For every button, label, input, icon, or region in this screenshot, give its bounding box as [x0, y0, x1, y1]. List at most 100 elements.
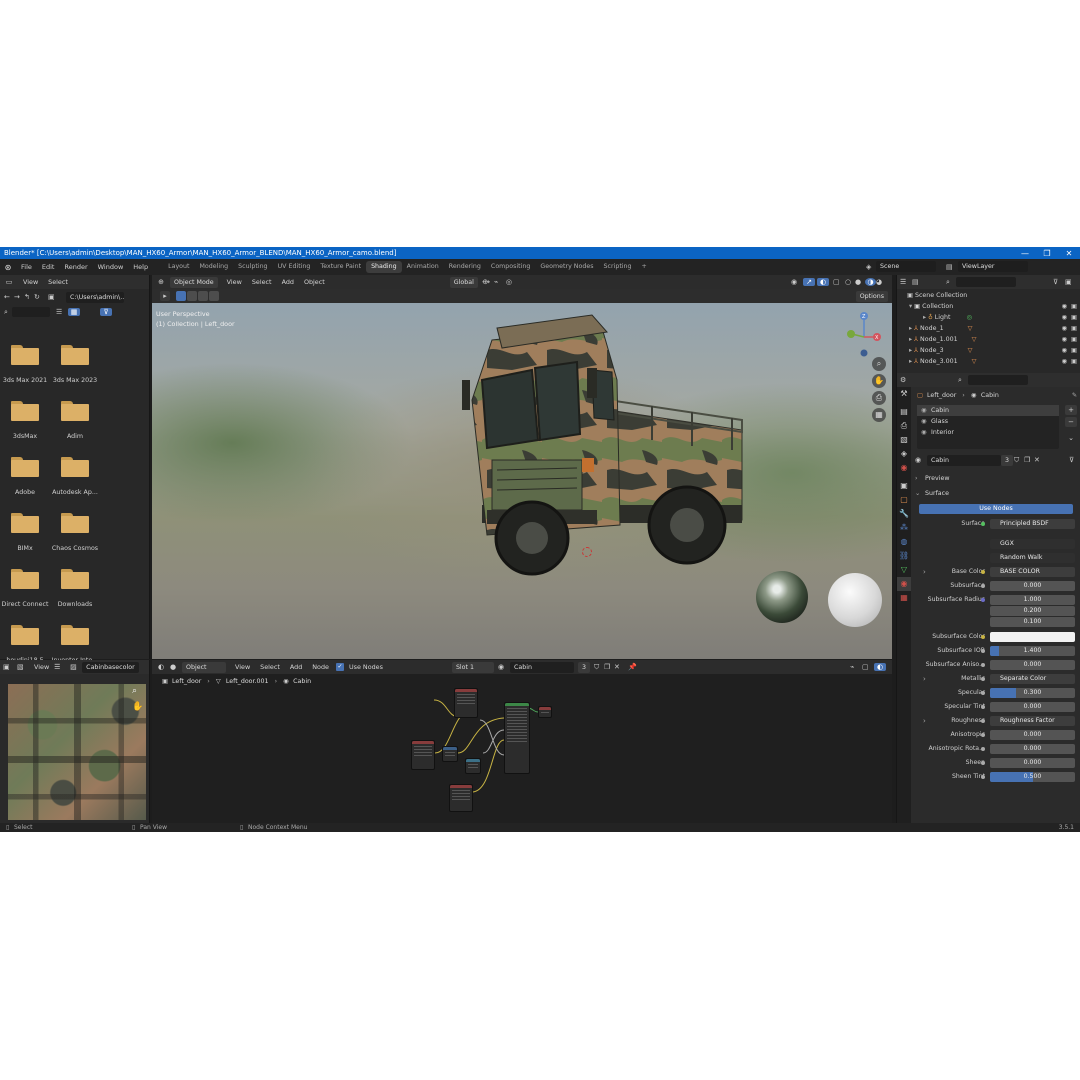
tab-sculpting[interactable]: Sculpting — [233, 261, 272, 273]
pin-icon[interactable]: ✎ — [1072, 392, 1077, 399]
visibility-eye-icon[interactable]: ◉ — [1062, 312, 1068, 323]
menu-file[interactable]: File — [16, 263, 37, 271]
fake-user-icon[interactable]: ⛉ — [1014, 456, 1024, 465]
outliner-row-scene-collection[interactable]: ▣ Scene Collection — [897, 290, 1080, 301]
scene-selector[interactable]: Scene — [876, 261, 936, 272]
tab-rendering[interactable]: Rendering — [444, 261, 486, 273]
toolbar-toggle-icon[interactable]: ▸ — [160, 291, 170, 301]
subsurface-color-swatch[interactable] — [990, 632, 1075, 642]
material-slot-item[interactable]: ◉ Interior — [917, 427, 1059, 438]
tab-animation[interactable]: Animation — [402, 261, 444, 273]
proportional-edit-icon[interactable]: ◎ — [506, 278, 518, 286]
material-name-field[interactable]: Cabin — [927, 454, 1001, 466]
wireframe-shading-icon[interactable]: ○ — [845, 278, 855, 286]
duplicate-material-icon[interactable]: ❐ — [1024, 456, 1034, 464]
surface-shader-field[interactable]: Principled BSDF — [990, 519, 1075, 529]
tab-layout[interactable]: Layout — [163, 261, 194, 273]
material-slot-item[interactable]: ◉ Glass — [917, 416, 1059, 427]
metallic-link-field[interactable]: Separate Color — [990, 674, 1075, 684]
surface-panel-header[interactable]: ⌄ Surface — [915, 487, 1079, 499]
visibility-icon[interactable]: ◉ — [791, 278, 803, 286]
editor-type-icon[interactable]: ⊕ — [152, 278, 170, 286]
sheen-field[interactable]: 0.000 — [990, 758, 1075, 768]
back-arrow-icon[interactable]: ← — [4, 293, 14, 301]
select-subtract-icon[interactable] — [198, 291, 208, 301]
maximize-button[interactable]: ❐ — [1036, 249, 1058, 258]
overlay-toggle-icon[interactable]: ◐ — [817, 278, 829, 286]
material-tab-icon[interactable]: ◉ — [897, 577, 911, 591]
tab-shading[interactable]: Shading — [366, 261, 402, 273]
3d-viewport[interactable]: ⊕ Object Mode View Select Add Object Glo… — [152, 275, 892, 659]
unlink-material-icon[interactable]: ✕ — [1034, 456, 1044, 464]
specular-field[interactable]: 0.300 — [990, 688, 1075, 698]
folder-item[interactable]: houdini18.5 — [0, 625, 50, 664]
fb-search-input[interactable] — [12, 307, 50, 317]
fb-menu-view[interactable]: View — [18, 278, 43, 286]
folder-item[interactable]: Inventor Inte... — [50, 625, 100, 664]
tab-uv-editing[interactable]: UV Editing — [273, 261, 316, 273]
render-camera-icon[interactable]: ▣ — [1071, 334, 1077, 345]
vp-menu-view[interactable]: View — [222, 278, 247, 286]
viewlayer-selector[interactable]: ViewLayer — [958, 261, 1028, 272]
subsurface-radius-z[interactable]: 0.100 — [990, 617, 1075, 627]
folder-item[interactable]: Direct Connect — [0, 569, 50, 608]
render-camera-icon[interactable]: ▣ — [1071, 345, 1077, 356]
use-nodes-button[interactable]: Use Nodes — [919, 504, 1073, 514]
material-slot-item[interactable]: ◉ Cabin — [917, 405, 1059, 416]
distribution-dropdown[interactable]: GGX — [990, 539, 1075, 549]
subsurface-method-dropdown[interactable]: Random Walk — [990, 553, 1075, 563]
subsurface-radius-x[interactable]: 1.000 — [990, 595, 1075, 605]
principled-bsdf-node[interactable] — [504, 702, 530, 774]
shader-node-editor[interactable]: ◐ ● Object View Select Add Node ✓ Use No… — [152, 660, 892, 823]
filter-icon[interactable]: ⊽ — [100, 308, 112, 316]
math-node[interactable] — [465, 758, 481, 774]
subsurface-ior-field[interactable]: 1.400 — [990, 646, 1075, 656]
select-extend-icon[interactable] — [187, 291, 197, 301]
scene-tab-icon[interactable]: ◈ — [897, 447, 911, 461]
folder-item[interactable]: Adobe — [0, 457, 50, 496]
material-preview-icon[interactable]: ◑ — [865, 278, 876, 286]
outliner-row-node[interactable]: ▸ ⅄ Node_1 ▽ ◉ ▣ — [897, 323, 1080, 334]
close-button[interactable]: ✕ — [1058, 249, 1080, 258]
render-tab-icon[interactable]: ▤ — [897, 405, 911, 419]
subsurface-aniso-field[interactable]: 0.000 — [990, 660, 1075, 670]
add-slot-button[interactable]: + — [1065, 405, 1077, 415]
path-field[interactable]: C:\Users\admin\... — [66, 291, 124, 303]
tab-geometry-nodes[interactable]: Geometry Nodes — [535, 261, 598, 273]
select-invert-icon[interactable] — [209, 291, 219, 301]
mode-selector[interactable]: Object Mode — [170, 276, 218, 288]
editor-type-icon[interactable]: ☰ — [900, 278, 912, 286]
gizmo-y-axis[interactable] — [847, 330, 855, 338]
physics-tab-icon[interactable]: ◍ — [897, 535, 911, 549]
tool-tab-icon[interactable]: ⚒ — [897, 387, 911, 401]
menu-edit[interactable]: Edit — [37, 263, 60, 271]
grid-icon[interactable]: ▦ — [872, 408, 886, 422]
outliner-row-node[interactable]: ▸ ⅄ Node_1.001 ▽ ◉ ▣ — [897, 334, 1080, 345]
output-tab-icon[interactable]: ⎙ — [897, 419, 911, 433]
vp-menu-add[interactable]: Add — [277, 278, 299, 286]
pivot-icon[interactable]: ⟴ — [482, 278, 494, 286]
subsurface-field[interactable]: 0.000 — [990, 581, 1075, 591]
folder-item[interactable]: BIMx — [0, 513, 50, 552]
folder-item[interactable]: 3ds Max 2021 — [0, 345, 50, 384]
tab-compositing[interactable]: Compositing — [486, 261, 535, 273]
particles-tab-icon[interactable]: ⁂ — [897, 521, 911, 535]
hand-pan-icon[interactable]: ✋ — [132, 702, 143, 712]
minimize-button[interactable]: — — [1014, 249, 1036, 258]
visibility-eye-icon[interactable]: ◉ — [1062, 345, 1068, 356]
outliner-row-light[interactable]: ▸ ♁ Light ◎ ◉ ▣ — [897, 312, 1080, 323]
folder-item[interactable]: Adim — [50, 401, 100, 440]
collection-tab-icon[interactable]: ▣ — [897, 479, 911, 493]
anisotropic-rotation-field[interactable]: 0.000 — [990, 744, 1075, 754]
fb-menu-select[interactable]: Select — [43, 278, 73, 286]
menu-help[interactable]: Help — [128, 263, 153, 271]
add-workspace-button[interactable]: + — [637, 261, 652, 273]
tab-scripting[interactable]: Scripting — [599, 261, 637, 273]
outliner-row-node[interactable]: ▸ ⅄ Node_3 ▽ ◉ ▣ — [897, 345, 1080, 356]
blender-logo-icon[interactable]: ⊛ — [0, 263, 16, 272]
image-texture-node[interactable] — [449, 784, 473, 812]
new-collection-icon[interactable]: ▣ — [1065, 278, 1077, 286]
sheen-tint-field[interactable]: 0.500 — [990, 772, 1075, 782]
preview-panel-header[interactable]: › Preview — [915, 472, 1079, 484]
menu-window[interactable]: Window — [93, 263, 129, 271]
